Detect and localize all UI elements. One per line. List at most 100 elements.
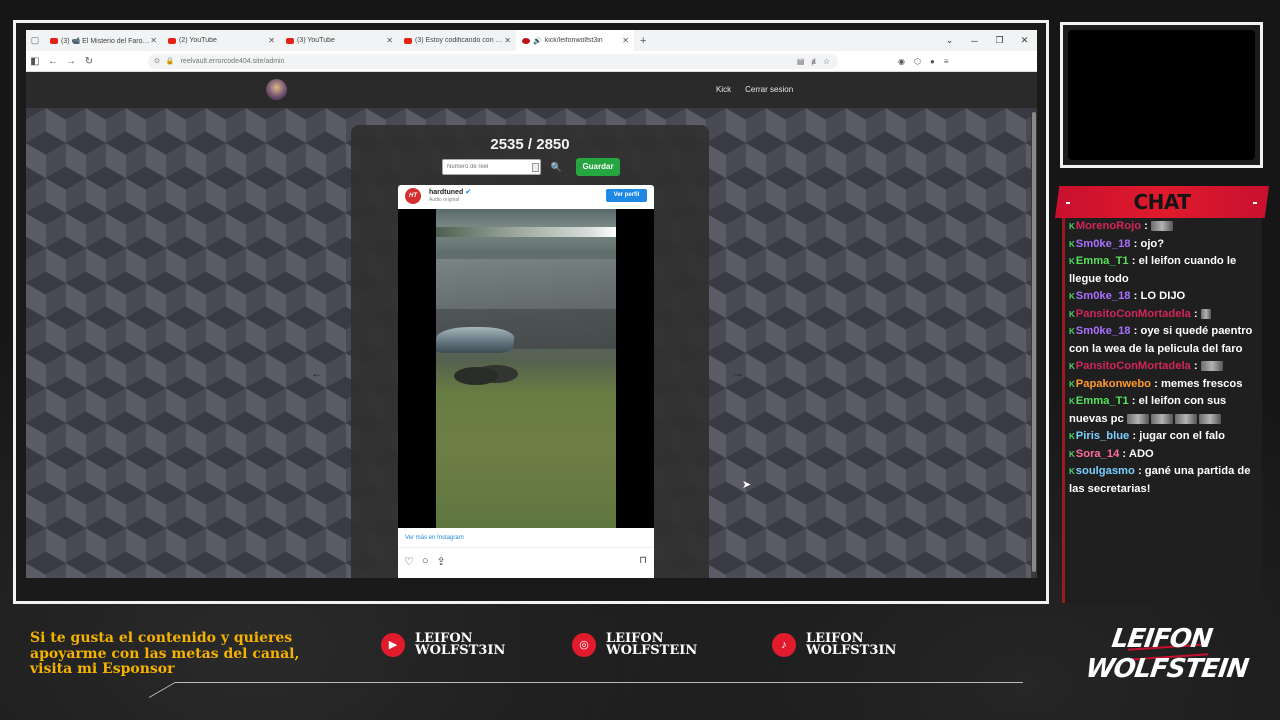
search-button[interactable]: 🔍 [548, 159, 565, 175]
social-name: LEIFON WOLFST3IN [415, 631, 506, 658]
social-name: LEIFON WOLFST3IN [806, 631, 897, 658]
chat-username[interactable]: Sora_14 [1076, 448, 1120, 460]
user-badges-icon: K [1069, 309, 1076, 319]
chat-message: K Sm0ke_18 : oye si quedé paentro con la… [1069, 325, 1253, 355]
extension-icon[interactable]: ◉ [898, 57, 905, 66]
chat-username[interactable]: MorenoRojo [1076, 220, 1141, 232]
close-window-icon[interactable]: ✕ [1012, 35, 1037, 46]
youtube-icon: ▶ [381, 633, 405, 657]
chat-header: CHAT [1055, 186, 1269, 218]
reel-review-panel: 2535 / 2850 🔍 Guardar HT hardtuned ✔ Aud… [351, 125, 709, 578]
toolbar-icons: ◉ ⬡ ● ≡ [898, 57, 948, 66]
close-icon[interactable]: ✕ [268, 36, 275, 45]
chat-username[interactable]: Sm0ke_18 [1076, 325, 1131, 337]
chat-title: CHAT [1133, 190, 1191, 214]
address-bar-row: ◧ ← → ↻ ⊙ 🔒 reelvault.errorcode404.site/… [26, 51, 1037, 72]
chat-username[interactable]: Piris_blue [1076, 430, 1129, 442]
user-badges-icon: K [1069, 467, 1076, 476]
translate-icon[interactable]: ⱥ [811, 57, 815, 66]
site-info-icon[interactable]: ⊙ [154, 57, 160, 65]
speaker-icon: 🔊 [533, 37, 542, 45]
tab-actions-icon[interactable]: ▢ [26, 35, 44, 46]
reel-video[interactable] [398, 209, 654, 528]
view-more-instagram-link[interactable]: Ver más en Instagram [405, 535, 464, 541]
reel-counter: 2535 / 2850 [490, 136, 570, 153]
social-tiktok: ♪ LEIFON WOLFST3IN [772, 631, 906, 658]
youtube-favicon-icon [404, 37, 412, 44]
comment-icon[interactable]: ○ [422, 555, 429, 568]
sidebar-icon[interactable]: ◧ [26, 56, 44, 67]
tab-5-active[interactable]: 🔊 kick/leifonwolfst3in ✕ [516, 30, 634, 51]
puzzle-icon[interactable]: ⬡ [914, 57, 921, 66]
site-nav-links: Kick Cerrar sesion [716, 85, 793, 94]
chat-message: K Emma_T1 : el leifon cuando le llegue t… [1069, 255, 1237, 285]
back-icon[interactable]: ← [44, 56, 62, 67]
new-tab-icon[interactable]: + [640, 35, 646, 47]
chat-emote [1198, 413, 1221, 424]
chat-username[interactable]: PansitoConMortadela [1076, 360, 1191, 372]
browser-window: ▢ (3) 📹 El Misterio del Faro de E ✕ (2) Y… [26, 30, 1037, 578]
user-badges-icon: K [1069, 397, 1076, 406]
chat-username[interactable]: Emma_T1 [1076, 255, 1129, 267]
account-username[interactable]: hardtuned ✔ [429, 188, 471, 196]
profile-icon[interactable]: ● [930, 57, 935, 66]
url-field[interactable]: ⊙ 🔒 reelvault.errorcode404.site/admin ▤ … [148, 53, 838, 69]
chat-panel: K MorenoRojo : K Sm0ke_18 : ojo? K Emma_T… [1062, 218, 1262, 603]
user-badges-icon: K [1069, 432, 1076, 441]
page-scrollbar[interactable] [1031, 108, 1037, 578]
restore-icon[interactable]: ❐ [987, 35, 1012, 46]
chat-message: K MorenoRojo : [1065, 218, 1262, 236]
nav-link-kick[interactable]: Kick [716, 85, 731, 94]
tab-2[interactable]: (2) YouTube ✕ [162, 30, 280, 51]
tab-1[interactable]: (3) 📹 El Misterio del Faro de E ✕ [44, 30, 162, 51]
site-logo-avatar[interactable] [266, 79, 287, 100]
next-arrow-icon[interactable]: → [732, 366, 744, 380]
minimize-icon[interactable]: ─ [962, 36, 987, 46]
chat-username[interactable]: Emma_T1 [1076, 395, 1129, 407]
instagram-embed: HT hardtuned ✔ Audio original Ver perfil [398, 185, 654, 578]
share-icon[interactable]: ⇪ [437, 555, 446, 568]
tire-stack-image [454, 367, 498, 385]
heart-icon[interactable]: ♡ [404, 555, 414, 568]
close-icon[interactable]: ✕ [622, 36, 629, 45]
divider [398, 547, 654, 548]
tab-label: (2) YouTube [179, 37, 217, 44]
user-badges-icon: K [1069, 292, 1076, 301]
reel-number-input[interactable] [442, 159, 541, 175]
view-profile-button[interactable]: Ver perfil [606, 189, 647, 202]
menu-icon[interactable]: ≡ [944, 57, 949, 66]
tab-list-icon[interactable]: ⌄ [937, 35, 962, 46]
window-controls: ⌄ ─ ❐ ✕ [937, 30, 1037, 51]
chat-username[interactable]: PansitoConMortadela [1076, 308, 1191, 320]
close-icon[interactable]: ✕ [150, 36, 157, 45]
number-spinner[interactable] [532, 163, 539, 172]
account-avatar[interactable]: HT [405, 188, 421, 204]
username-text: hardtuned [429, 189, 464, 196]
forward-icon[interactable]: → [62, 56, 80, 67]
close-icon[interactable]: ✕ [386, 36, 393, 45]
user-badges-icon: K [1069, 379, 1076, 389]
close-icon[interactable]: ✕ [504, 36, 511, 45]
nav-link-logout[interactable]: Cerrar sesion [745, 85, 793, 94]
bookmark-icon[interactable]: ⊓ [639, 555, 647, 566]
chat-username[interactable]: Papakonwebo [1076, 378, 1151, 390]
bookmark-star-icon[interactable]: ☆ [823, 57, 830, 66]
audio-label[interactable]: Audio original [429, 197, 459, 203]
webcam-feed [1068, 30, 1255, 160]
track-barrier-image [436, 227, 616, 237]
prev-arrow-icon[interactable]: ← [311, 366, 323, 380]
chat-message: K Sm0ke_18 : ojo? [1065, 236, 1262, 254]
chat-emote [1151, 221, 1173, 232]
save-button[interactable]: Guardar [576, 158, 620, 176]
chat-username[interactable]: soulgasmo [1076, 465, 1135, 477]
chat-username[interactable]: Sm0ke_18 [1076, 238, 1131, 250]
tab-4[interactable]: (3) Estoy codificando con micro ✕ [398, 30, 516, 51]
chat-header-dash [1253, 202, 1257, 204]
chat-message: K PansitoConMortadela : [1065, 358, 1262, 376]
chat-username[interactable]: Sm0ke_18 [1076, 290, 1131, 302]
reload-icon[interactable]: ↻ [80, 56, 98, 67]
chat-header-dash [1066, 202, 1070, 204]
reader-icon[interactable]: ▤ [797, 57, 805, 66]
tab-3[interactable]: (3) YouTube ✕ [280, 30, 398, 51]
lock-icon: 🔒 [165, 58, 175, 65]
